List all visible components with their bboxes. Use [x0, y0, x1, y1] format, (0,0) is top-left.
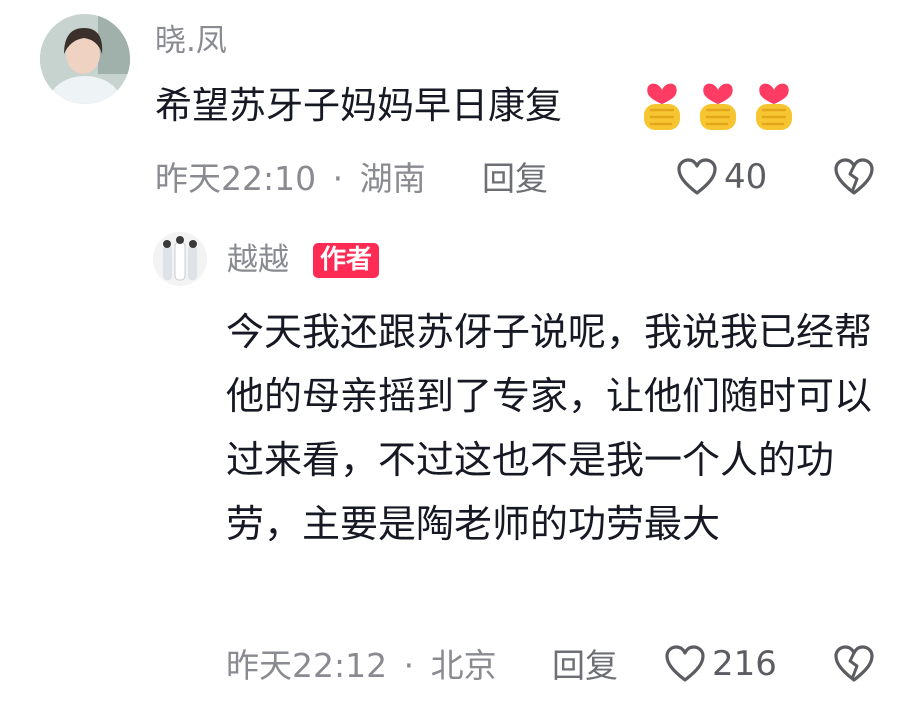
broken-heart-icon [834, 645, 874, 682]
reply-meta: 昨天22:12 · 北京 [226, 649, 497, 682]
meta-separator: · [332, 159, 344, 198]
finger-heart-emoji [756, 83, 792, 130]
finger-heart-emoji [644, 83, 680, 130]
reply-time: 昨天22:12 [226, 646, 388, 685]
heart-icon [677, 158, 717, 195]
like-count: 216 [712, 644, 777, 684]
comment-time: 昨天22:10 [155, 159, 317, 198]
avatar-photo [40, 14, 130, 104]
reply-text: 今天我还跟苏伢子说呢，我说我已经帮他的母亲摇到了专家，让他们随时可以过来看，不过… [226, 310, 873, 546]
comment-text: 希望苏牙子妈妈早日康复 [155, 84, 562, 127]
commenter-username[interactable]: 晓.凤 [155, 26, 227, 57]
commenter-avatar[interactable] [40, 14, 130, 104]
heart-icon [665, 645, 705, 682]
reply-location: 北京 [430, 646, 497, 685]
meta-separator: · [403, 646, 415, 685]
like-button[interactable]: 40 [676, 158, 767, 196]
avatar-photo [153, 232, 207, 286]
reply-button[interactable]: 回复 [482, 162, 548, 195]
author-username[interactable]: 越越 [227, 245, 289, 276]
comment-meta: 昨天22:10 · 湖南 [155, 162, 426, 195]
dislike-button[interactable] [834, 158, 874, 200]
emoji-group [638, 76, 798, 134]
reply-button[interactable]: 回复 [552, 649, 618, 682]
broken-heart-icon [834, 158, 874, 195]
author-avatar[interactable] [153, 232, 207, 286]
author-badge: 作者 [313, 243, 380, 278]
like-button[interactable]: 216 [664, 645, 777, 683]
finger-heart-emoji [700, 83, 736, 130]
dislike-button[interactable] [834, 645, 874, 687]
like-count: 40 [724, 157, 768, 197]
comment-location: 湖南 [359, 159, 426, 198]
